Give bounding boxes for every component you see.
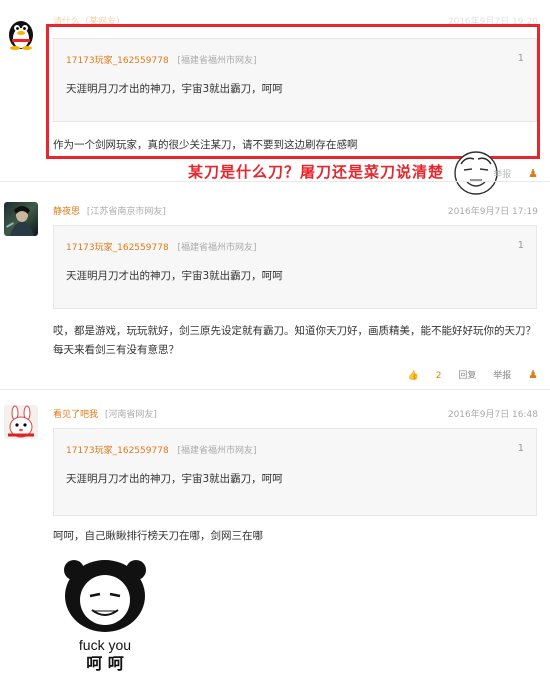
quoted-location: [福建省福州市网友] [177, 446, 257, 456]
rabbit-avatar[interactable] [4, 405, 38, 439]
quoted-text: 天涯明月刀才出的神刀，宇宙3就出霸刀，呵呵 [66, 270, 283, 282]
red-highlight-box [46, 24, 540, 159]
comment-text: 呵呵，自己瞅瞅排行榜天刀在哪，剑网三在哪 [53, 530, 263, 542]
penguin-icon [9, 21, 33, 50]
meme-caption-2: 呵 呵 [86, 654, 124, 673]
comment-2: 静夜思 [江苏省南京市网友] 2016年9月7日 17:19 17173玩家_1… [0, 183, 550, 390]
thumbs-up-icon: 👍 [407, 371, 419, 381]
character-icon [6, 206, 34, 236]
user-location: [江苏省南京市网友] [86, 207, 166, 217]
quoted-username[interactable]: 17173玩家_162559778 [66, 446, 169, 456]
meme-image: fuck you 呵 呵 [56, 558, 154, 680]
like-count: 2 [435, 371, 442, 381]
timestamp: 2016年9月7日 16:48 [447, 410, 538, 420]
username[interactable]: 看见了吧我 [53, 410, 98, 420]
comment-text: 哎，都是游戏，玩玩就好，剑三原先设定就有霸刀。知道你天刀好，画质精美，能不能好好… [53, 325, 536, 356]
qq-penguin-avatar[interactable] [4, 16, 38, 50]
timestamp: 2016年9月7日 17:19 [447, 207, 538, 217]
comment-header: 静夜思 [江苏省南京市网友] 2016年9月7日 17:19 [53, 204, 538, 218]
person-icon[interactable]: ♟ [528, 368, 538, 381]
comment-actions: 👍 2 回复 举报 ♟ [380, 368, 538, 381]
quoted-comment: 17173玩家_162559778 [福建省福州市网友] 1 天涯明月刀才出的神… [53, 225, 537, 309]
reply-link[interactable]: 回复 [458, 371, 476, 381]
annotation-text: 某刀是什么刀？屠刀还是菜刀说清楚 [188, 163, 445, 181]
like-button[interactable]: 👍 2 [394, 371, 445, 381]
comment-1: 请什么（某网友） 2016年9月7日 19:20 17173玩家_1625597… [0, 0, 550, 195]
user-location: [河南省网友] [104, 410, 157, 420]
quoted-comment: 17173玩家_162559778 [福建省福州市网友] 1 天涯明月刀才出的神… [53, 428, 537, 516]
username[interactable]: 静夜思 [53, 207, 80, 217]
quoted-text: 天涯明月刀才出的神刀，宇宙3就出霸刀，呵呵 [66, 473, 283, 485]
quoted-location: [福建省福州市网友] [177, 243, 257, 253]
divider [0, 181, 550, 182]
comment-header: 看见了吧我 [河南省网友] 2016年9月7日 16:48 [53, 407, 538, 421]
report-link[interactable]: 举报 [493, 170, 511, 180]
rabbit-icon [8, 405, 34, 438]
floor-number: 1 [517, 443, 524, 454]
quoted-username[interactable]: 17173玩家_162559778 [66, 243, 169, 253]
report-link[interactable]: 举报 [493, 371, 511, 381]
meme-caption-1: fuck you [79, 637, 131, 653]
floor-number: 1 [517, 240, 524, 251]
person-icon[interactable]: ♟ [528, 167, 538, 180]
game-character-avatar[interactable] [4, 202, 38, 236]
comment-actions: 举报 ♟ [479, 167, 538, 180]
